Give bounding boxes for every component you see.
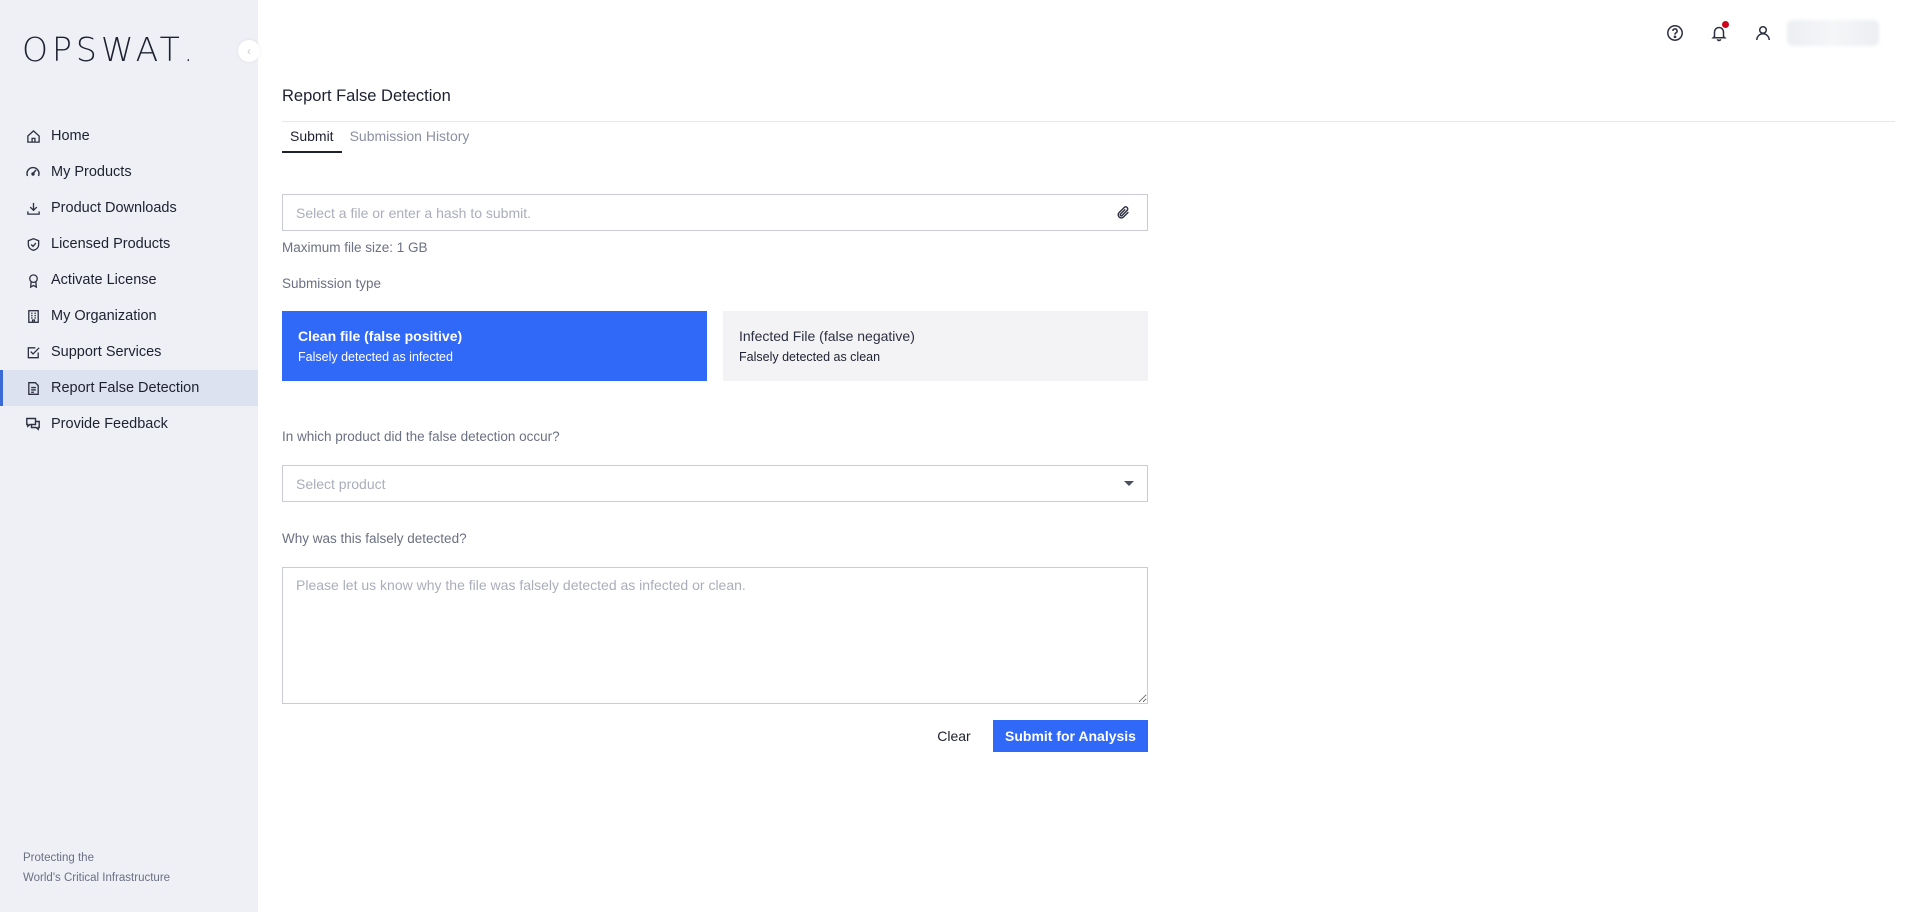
attach-file-button[interactable] — [1105, 195, 1141, 230]
sidebar-item-activate-license[interactable]: Activate License — [0, 262, 258, 298]
user-name-redacted[interactable] — [1787, 20, 1879, 46]
download-icon — [24, 199, 42, 217]
submission-type-subtitle: Falsely detected as infected — [298, 350, 453, 364]
submission-type-clean-file[interactable]: Clean file (false positive) Falsely dete… — [282, 311, 707, 381]
submission-type-label: Submission type — [282, 276, 382, 291]
sidebar-item-label: Product Downloads — [51, 200, 177, 216]
sidebar: OPSWAT. ‹ Home My Products Product Downl… — [0, 0, 260, 912]
sidebar-tagline: Protecting the World's Critical Infrastr… — [23, 852, 171, 884]
sidebar-item-label: Home — [51, 128, 90, 144]
sidebar-item-label: Report False Detection — [51, 380, 200, 396]
sidebar-item-label: My Organization — [51, 308, 157, 324]
product-select[interactable]: Select product — [282, 465, 1148, 502]
submission-type-title: Infected File (false negative) — [739, 328, 915, 344]
notification-badge — [1722, 21, 1729, 28]
home-icon — [24, 127, 42, 145]
shield-check-icon — [24, 235, 42, 253]
building-icon — [24, 307, 42, 325]
sidebar-item-provide-feedback[interactable]: Provide Feedback — [0, 406, 258, 442]
sidebar-item-label: Licensed Products — [51, 236, 171, 252]
sidebar-item-label: Activate License — [51, 272, 157, 288]
user-icon — [1756, 25, 1770, 41]
tab-submit[interactable]: Submit — [282, 126, 342, 153]
product-question-label: In which product did the false detection… — [282, 429, 560, 444]
chat-icon — [24, 415, 42, 433]
award-icon — [24, 271, 42, 289]
max-file-size-hint: Maximum file size: 1 GB — [282, 240, 428, 255]
submission-type-infected-file[interactable]: Infected File (false negative) Falsely d… — [723, 311, 1148, 381]
submit-for-analysis-button[interactable]: Submit for Analysis — [993, 720, 1148, 752]
sidebar-item-my-products[interactable]: My Products — [0, 154, 258, 190]
sidebar-item-label: Support Services — [51, 344, 162, 360]
sidebar-nav: Home My Products Product Downloads Licen… — [0, 118, 258, 442]
sidebar-item-label: Provide Feedback — [51, 416, 168, 432]
notifications-button[interactable] — [1707, 21, 1731, 45]
title-divider — [282, 121, 1895, 122]
file-input-group — [282, 194, 1148, 231]
sidebar-item-label: My Products — [51, 164, 132, 180]
tab-submission-history[interactable]: Submission History — [342, 126, 478, 153]
submission-type-title: Clean file (false positive) — [298, 328, 463, 344]
help-button[interactable] — [1663, 21, 1687, 45]
sidebar-collapse-button[interactable]: ‹ — [238, 40, 260, 62]
page-title: Report False Detection — [282, 87, 451, 105]
sidebar-item-home[interactable]: Home — [0, 118, 258, 154]
sidebar-item-report-false-detection[interactable]: Report False Detection — [0, 370, 258, 406]
reason-textarea[interactable] — [282, 567, 1148, 704]
sidebar-item-support-services[interactable]: Support Services — [0, 334, 258, 370]
header-actions — [1643, 20, 1879, 46]
reason-question-label: Why was this falsely detected? — [282, 531, 467, 546]
file-hash-input[interactable] — [283, 195, 1105, 230]
document-icon — [24, 379, 42, 397]
paperclip-icon — [1117, 206, 1129, 219]
sidebar-item-licensed-products[interactable]: Licensed Products — [0, 226, 258, 262]
help-icon — [1667, 25, 1683, 41]
clear-button[interactable]: Clear — [919, 720, 989, 752]
submission-type-subtitle: Falsely detected as clean — [739, 350, 881, 364]
product-select-placeholder: Select product — [296, 475, 386, 492]
sidebar-item-product-downloads[interactable]: Product Downloads — [0, 190, 258, 226]
opswat-logo[interactable]: OPSWAT. — [22, 30, 197, 69]
chevron-left-icon: ‹ — [247, 44, 251, 58]
caret-down-icon — [1124, 481, 1134, 486]
user-menu-button[interactable] — [1751, 21, 1775, 45]
sidebar-item-my-organization[interactable]: My Organization — [0, 298, 258, 334]
checkbox-icon — [24, 343, 42, 361]
tab-bar: Submit Submission History — [282, 126, 477, 153]
gauge-icon — [24, 163, 42, 181]
